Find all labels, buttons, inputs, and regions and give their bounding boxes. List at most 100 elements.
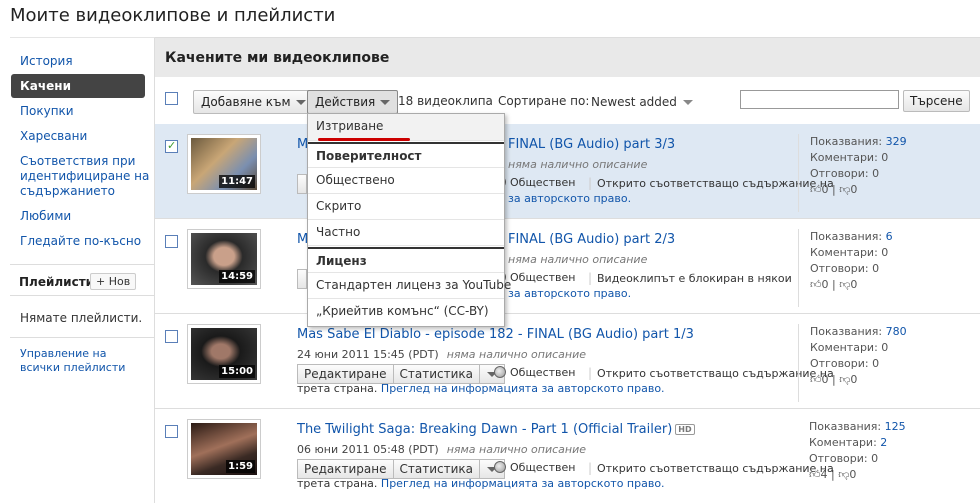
views-count[interactable]: 125 — [885, 420, 906, 433]
video-thumbnail[interactable]: 1:59 — [187, 419, 261, 479]
menu-item-delete[interactable]: Изтриване — [308, 114, 504, 141]
stats-button[interactable]: Статистика — [394, 460, 481, 478]
menu-item-private[interactable]: Частно — [308, 220, 504, 246]
video-description: няма налично описание — [508, 158, 647, 171]
page-title: Моите видеоклипове и плейлисти — [10, 5, 336, 26]
video-thumbnail[interactable]: 15:00 — [187, 324, 261, 384]
thumbs-up-icon: 👍︎ — [810, 278, 822, 291]
thumbs-down-icon: 👎︎ — [839, 183, 851, 196]
add-to-label: Добавяне към — [201, 95, 291, 109]
video-stats: Показвания: 329 Коментари: 0 Отговори: 0… — [798, 134, 948, 212]
hd-badge: HD — [675, 424, 695, 435]
row-checkbox[interactable] — [165, 330, 178, 343]
privacy-status: Обществен — [510, 366, 576, 379]
playlists-heading: Плейлисти — [19, 275, 95, 289]
likes-count: 0 — [821, 183, 829, 196]
sidebar-item-uploaded[interactable]: Качени — [11, 74, 145, 98]
select-all-checkbox[interactable] — [165, 92, 178, 105]
chevron-down-icon — [380, 100, 391, 105]
views-count[interactable]: 6 — [886, 230, 893, 243]
video-title-link[interactable]: The Twilight Saga: Breaking Dawn - Part … — [297, 422, 672, 437]
claim-note: Видеоклипът е блокиран в някои — [597, 272, 792, 285]
replies-count: 0 — [871, 452, 879, 465]
privacy-status: Обществен — [510, 461, 576, 474]
new-playlist-button[interactable]: + Нов — [90, 273, 137, 290]
table-row: 1:59 The Twilight Saga: Breaking Dawn - … — [155, 409, 980, 504]
sort-value: Newest added — [591, 95, 677, 109]
edit-button-group[interactable]: Редактиране Статистика — [297, 364, 506, 384]
sidebar-item-watch-later[interactable]: Гледайте по-късно — [20, 234, 150, 249]
copyright-link[interactable]: за авторското право. — [508, 192, 631, 205]
dislikes-count: 0 — [850, 278, 858, 291]
video-title-tail[interactable]: FINAL (BG Audio) part 3/3 — [508, 137, 675, 152]
video-thumbnail[interactable]: 14:59 — [187, 229, 261, 289]
sidebar-item-content-id-matches[interactable]: Съответствия при идентифициране на съдър… — [20, 154, 150, 199]
search-button[interactable]: Търсене — [903, 90, 970, 112]
replies-label: Отговори: — [810, 262, 869, 275]
video-title-tail[interactable]: FINAL (BG Audio) part 2/3 — [508, 232, 675, 247]
sidebar-item-liked[interactable]: Харесвани — [20, 129, 150, 144]
views-label: Показвания: — [810, 325, 883, 338]
comments-label: Коментари: — [810, 341, 878, 354]
dislikes-count: 0 — [850, 183, 858, 196]
thumbs-up-icon: 👍︎ — [810, 183, 822, 196]
table-row: 14:59 M FINAL (BG Audio) part 2/3 няма н… — [155, 219, 980, 314]
stats-button[interactable]: Статистика — [394, 365, 481, 383]
replies-count: 0 — [872, 167, 880, 180]
globe-icon — [494, 366, 506, 378]
claim-note: Открито съответстващо съдържание на — [597, 462, 834, 475]
red-underline — [318, 138, 410, 141]
comments-count: 0 — [881, 246, 889, 259]
video-thumbnail[interactable]: 11:47 — [187, 134, 261, 194]
menu-item-public[interactable]: Обществено — [308, 168, 504, 194]
table-row: 15:00 Mas Sabe El Diablo - episode 182 -… — [155, 314, 980, 409]
sidebar-item-purchases[interactable]: Покупки — [20, 104, 150, 119]
likes-count: 4 — [820, 468, 828, 481]
row-checkbox[interactable] — [165, 139, 178, 153]
actions-dropdown-menu: Изтриване Поверителност Обществено Скрит… — [307, 113, 511, 327]
thumbs-down-icon: 👎︎ — [838, 468, 850, 481]
table-row: 11:47 M FINAL (BG Audio) part 3/3 няма н… — [155, 124, 980, 219]
edit-button-group[interactable]: Редактиране Статистика — [297, 459, 506, 479]
add-to-button[interactable]: Добавяне към — [193, 90, 314, 114]
sidebar-item-favorites[interactable]: Любими — [20, 209, 150, 224]
edit-button[interactable]: Редактиране — [298, 460, 394, 478]
duration-badge: 14:59 — [219, 270, 255, 283]
views-count[interactable]: 780 — [886, 325, 907, 338]
copyright-review-link[interactable]: Преглед на информацията за авторското пр… — [381, 382, 665, 395]
manage-playlists-link[interactable]: Управление на всички плейлисти — [20, 347, 130, 375]
comments-label: Коментари: — [810, 151, 878, 164]
comments-label: Коментари: — [809, 436, 877, 449]
replies-label: Отговори: — [810, 357, 869, 370]
menu-heading-privacy: Поверителност — [308, 142, 504, 168]
video-title-link[interactable]: Mas Sabe El Diablo - episode 182 - FINAL… — [297, 327, 694, 342]
edit-button[interactable] — [297, 174, 307, 194]
edit-button[interactable] — [297, 269, 307, 289]
no-desc-text: няма налично описание — [508, 158, 648, 171]
replies-count: 0 — [872, 262, 880, 275]
menu-item-hidden[interactable]: Скрито — [308, 194, 504, 220]
claim-note-cont: трета страна. Преглед на информацията за… — [297, 477, 665, 490]
row-checkbox[interactable] — [165, 425, 178, 438]
row-checkbox[interactable] — [165, 235, 178, 248]
privacy-status: Обществен — [510, 176, 576, 189]
search-input[interactable] — [740, 90, 899, 109]
copyright-link[interactable]: за авторското право. — [508, 287, 631, 300]
main-title: Качените ми видеоклипове — [165, 50, 390, 66]
actions-button[interactable]: Действия — [307, 90, 399, 114]
video-description: няма налично описание — [508, 253, 647, 266]
copyright-review-link[interactable]: Преглед на информацията за авторското пр… — [381, 477, 665, 490]
menu-heading-license: Лиценз — [308, 247, 504, 273]
menu-item-cc-license[interactable]: „Криейтив комънс“ (CC-BY) — [308, 299, 504, 325]
third-party-text: трета страна. — [297, 477, 378, 490]
views-count[interactable]: 329 — [886, 135, 907, 148]
sidebar-item-history[interactable]: История — [20, 54, 150, 69]
menu-item-standard-license[interactable]: Стандартен лиценз за YouTube — [308, 273, 511, 299]
edit-button[interactable]: Редактиране — [298, 365, 394, 383]
likes-count: 0 — [821, 278, 829, 291]
comments-count[interactable]: 2 — [880, 436, 887, 449]
dislikes-count: 0 — [849, 468, 857, 481]
sort-select[interactable]: Newest added — [591, 95, 693, 109]
replies-label: Отговори: — [809, 452, 868, 465]
video-stats: Показвания: 125 Коментари: 2 Отговори: 0… — [809, 420, 906, 481]
